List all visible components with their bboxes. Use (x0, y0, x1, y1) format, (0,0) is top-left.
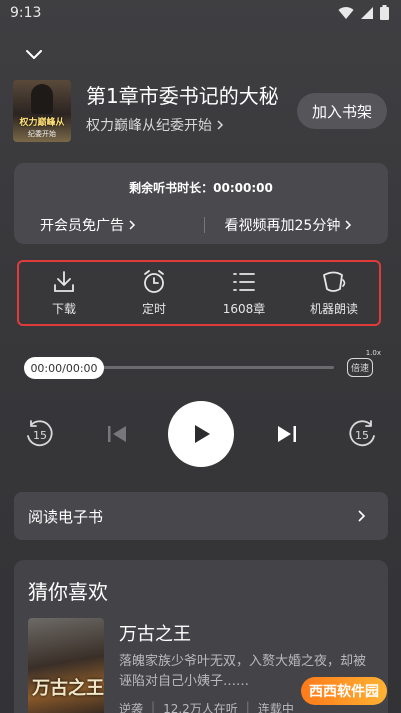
chapter-list-button[interactable]: 1608章 (204, 269, 284, 317)
voice-icon (323, 271, 346, 292)
rewind-15-icon[interactable]: 15 (23, 418, 55, 450)
forward-seconds: 15 (355, 429, 369, 442)
recommend-title: 猜你喜欢 (28, 580, 108, 604)
recommend-book-cover[interactable]: 万古之王 (28, 618, 104, 713)
vip-no-ads-label: 开会员免广告 (40, 218, 124, 234)
recommend-cover-text: 万古之王 (32, 678, 104, 699)
meta-status: 连载中 (257, 702, 294, 713)
chevron-right-icon (129, 220, 136, 230)
recommend-book-meta: 逆袭 | 12.2万人在听 | 连载中 (119, 700, 294, 713)
progress-track[interactable] (100, 366, 334, 369)
speed-value-badge: 1.0x (365, 349, 381, 357)
read-ebook-label: 阅读电子书 (28, 507, 104, 526)
book-cover[interactable]: 权力巅峰从 纪委开始 (13, 80, 71, 142)
chapter-count-label: 1608章 (222, 302, 266, 316)
status-icons (338, 5, 389, 20)
playback-speed-button[interactable]: 倍速 1.0x (347, 349, 381, 379)
rewind-seconds: 15 (33, 429, 47, 442)
watch-video-link[interactable]: 看视频再加25分钟 (205, 215, 389, 235)
progress-thumb-time[interactable]: 00:00/00:00 (24, 357, 104, 379)
cover-title-text: 权力巅峰从 (19, 118, 65, 128)
meta-listeners: 12.2万人在听 (163, 702, 238, 713)
cover-sub-text: 纪委开始 (28, 130, 56, 138)
read-ebook-row[interactable]: 阅读电子书 (14, 492, 388, 540)
chevron-right-icon (217, 120, 224, 130)
forward-15-icon[interactable]: 15 (347, 418, 379, 450)
speed-label: 倍速 (347, 358, 373, 377)
meta-tag: 逆袭 (119, 702, 144, 713)
chapter-title: 第1章市委书记的大秘 (86, 84, 279, 108)
meta-separator: | (151, 700, 156, 713)
status-time: 9:13 (10, 5, 42, 21)
signal-icon (361, 6, 373, 19)
chevron-right-icon (358, 510, 366, 522)
recommend-book-title[interactable]: 万古之王 (119, 620, 191, 646)
battery-icon (380, 5, 389, 20)
download-icon (54, 271, 74, 292)
alarm-icon (144, 270, 164, 293)
meta-separator: | (245, 700, 250, 713)
site-watermark: 西西软件园 (301, 677, 387, 705)
play-icon (195, 425, 210, 443)
vip-no-ads-link[interactable]: 开会员免广告 (14, 215, 204, 235)
watch-video-label: 看视频再加25分钟 (224, 218, 341, 234)
machine-reading-button[interactable]: 机器朗读 (294, 269, 374, 317)
add-to-shelf-button[interactable]: 加入书架 (297, 93, 387, 129)
tools-row: 下载 定时 1608章 机器朗读 (17, 260, 381, 326)
play-button[interactable] (168, 401, 234, 467)
book-name-label: 权力巅峰从纪委开始 (86, 118, 212, 134)
collapse-chevron-icon[interactable] (24, 44, 44, 64)
timer-label: 定时 (141, 302, 166, 316)
listen-time-card: 剩余听书时长：00:00:00 开会员免广告 看视频再加25分钟 (14, 163, 388, 244)
download-label: 下载 (51, 302, 76, 316)
remaining-time-text: 剩余听书时长：00:00:00 (129, 181, 273, 195)
list-icon (233, 273, 255, 291)
chevron-right-icon (345, 220, 352, 230)
timer-button[interactable]: 定时 (114, 269, 194, 317)
previous-chapter-icon[interactable] (102, 418, 134, 450)
download-button[interactable]: 下载 (24, 269, 104, 317)
wifi-icon (338, 6, 354, 19)
machine-reading-label: 机器朗读 (309, 302, 358, 316)
book-name-link[interactable]: 权力巅峰从纪委开始 (86, 115, 224, 135)
next-chapter-icon[interactable] (270, 418, 302, 450)
